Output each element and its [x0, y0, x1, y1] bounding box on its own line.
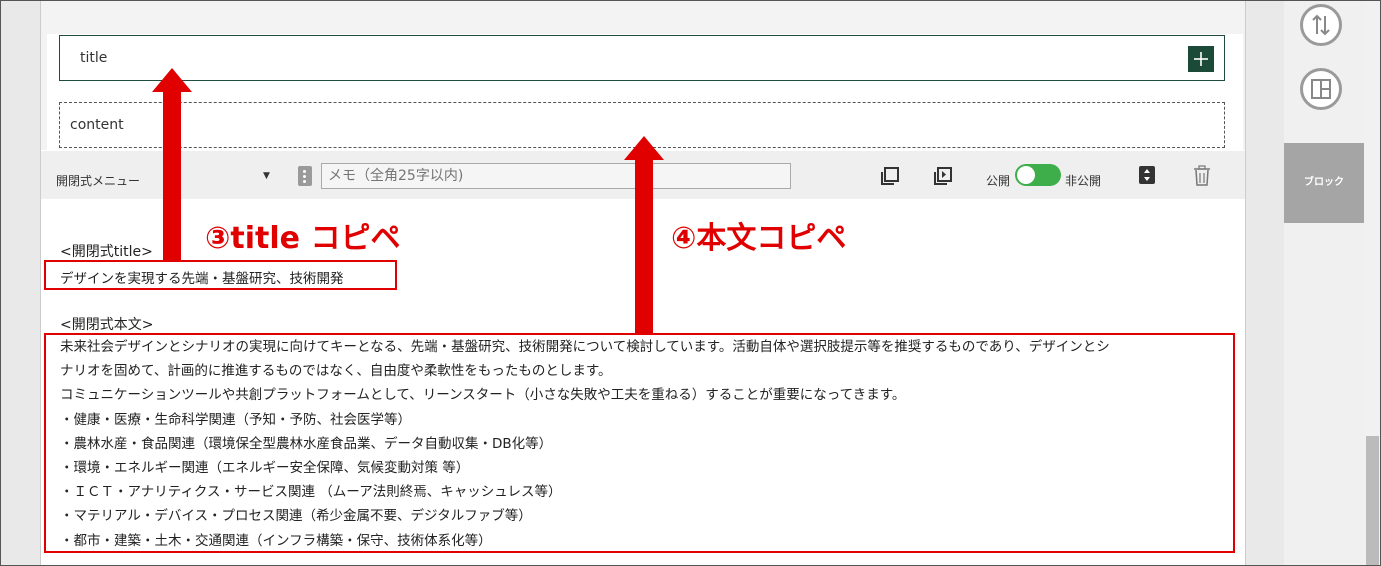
annotation-body-copy: ④本文コピペ [671, 221, 847, 256]
body-line: ナリオを固めて、計画的に推進するものではなく、自由度や柔軟性をもったものとします… [60, 363, 612, 380]
body-line: ・農林水産・食品関連（環境保全型農林水産食品業、データ自動収集・DB化等） [60, 435, 553, 452]
layout-button[interactable] [1300, 68, 1342, 110]
content-placeholder: content [70, 117, 124, 133]
block-tab[interactable]: ブロック [1284, 143, 1364, 223]
block-title-field[interactable]: title [59, 35, 1225, 81]
chevron-down-icon[interactable]: ▼ [263, 171, 270, 181]
memo-input[interactable] [321, 163, 791, 189]
scroll-thumb[interactable] [1366, 436, 1379, 566]
body-line: 未来社会デザインとシナリオの実現に向けてキーとなる、先端・基盤研究、技術開発につ… [60, 339, 1110, 355]
body-line: コミュニケーションツールや共創プラットフォームとして、リーンスタート（小さな失敗… [60, 387, 906, 404]
private-label: 非公開 [1065, 174, 1102, 188]
menu-type-select[interactable]: 開閉式メニュー [56, 172, 140, 189]
arrow-shaft [635, 158, 653, 333]
arrow-up-icon [152, 68, 192, 92]
annotation-title-copy: ③title コピペ [205, 221, 401, 256]
sort-icon [1312, 14, 1330, 36]
toggle-knob [1017, 166, 1035, 184]
body-line: ・健康・医療・生命科学関連（予知・予防、社会医学等） [60, 411, 411, 428]
trash-icon[interactable] [1192, 165, 1212, 187]
duplicate-icon[interactable] [932, 165, 954, 187]
title-placeholder: title [80, 50, 108, 66]
body-line: ・環境・エネルギー関連（エネルギー安全保障、気候変動対策 等） [60, 459, 470, 476]
updown-icon [1144, 169, 1150, 181]
visibility-toggle[interactable] [1015, 164, 1061, 186]
title-text: デザインを実現する先端・基盤研究、技術開発 [60, 271, 344, 287]
body-line: ・マテリアル・デバイス・プロセス関連（希少金属不要、デジタルファブ等） [60, 508, 532, 525]
arrow-up-icon [624, 136, 664, 160]
scrollbar[interactable] [1364, 0, 1381, 566]
body-text: 未来社会デザインとシナリオの実現に向けてキーとなる、先端・基盤研究、技術開発につ… [60, 335, 1110, 553]
sort-button[interactable] [1300, 4, 1342, 46]
public-label: 公開 [986, 174, 1011, 188]
layout-icon [1311, 79, 1331, 99]
plus-icon [1194, 52, 1208, 66]
body-heading: <開閉式本文> [60, 317, 154, 333]
arrow-shaft [163, 90, 181, 260]
body-line: ・都市・建築・土木・交通関連（インフラ構築・保守、技術体系化等） [60, 532, 492, 549]
add-button[interactable] [1188, 46, 1214, 72]
block-area: title content [41, 0, 1245, 150]
move-block-button[interactable] [1139, 166, 1155, 184]
right-sidebar: ブロック [1284, 0, 1364, 566]
title-heading: <開閉式title> [60, 244, 153, 260]
body-line: ・ＩＣＴ・アナリティクス・サービス関連 （ムーア法則終焉、キャッシュレス等） [60, 484, 562, 501]
drag-handle-icon[interactable] [298, 166, 312, 186]
copy-icon[interactable] [879, 165, 901, 187]
